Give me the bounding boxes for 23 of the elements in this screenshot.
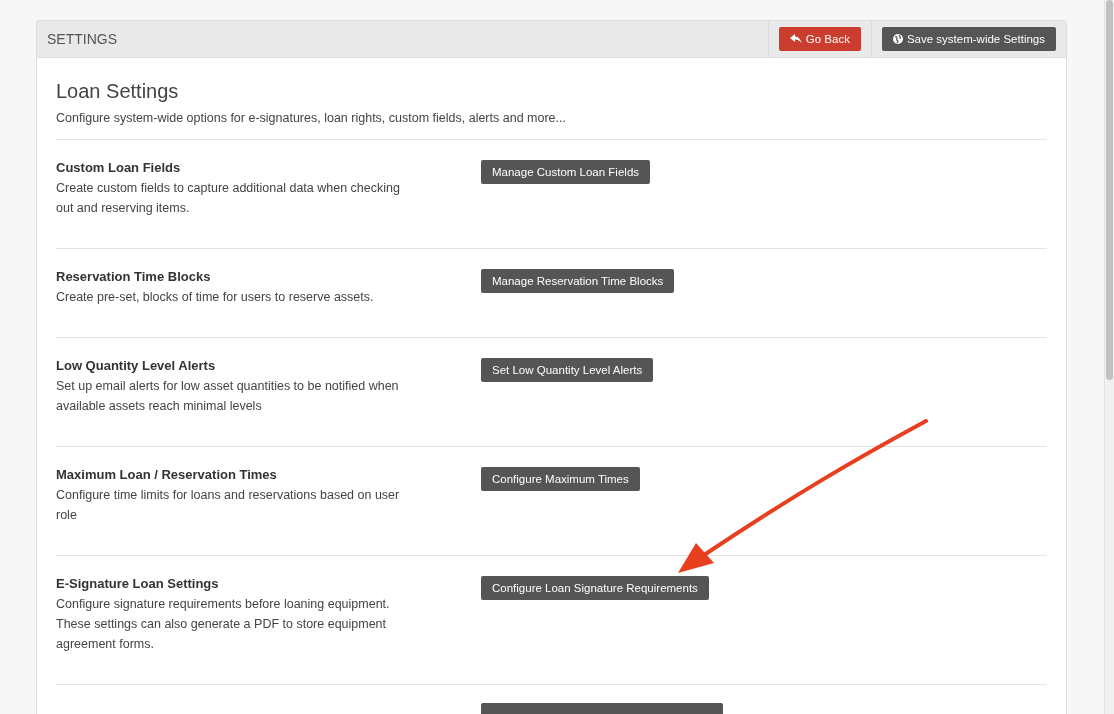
scrollbar-thumb[interactable] xyxy=(1106,0,1113,380)
setting-button[interactable]: Configure Maximum Times xyxy=(481,467,640,491)
setting-title: Low Quantity Level Alerts xyxy=(56,358,217,374)
setting-description: Configure time limits for loans and reservations based on user role xyxy=(56,487,401,524)
section-heading: Loan Settings xyxy=(56,80,180,103)
setting-button[interactable]: Set Low Quantity Level Alerts xyxy=(481,358,654,382)
setting-description: Set up email alerts for low asset quantities to be notified when available assets reach minimal levels xyxy=(56,378,400,415)
go-back-button[interactable]: Go Back xyxy=(778,27,861,51)
setting-description: Create pre-set, blocks of time for users to reserve assets. xyxy=(56,289,375,306)
section-description: Configure system-wide options for e-signatures, loan rights, custom fields, alerts and more... xyxy=(56,111,567,125)
reply-arrow-icon xyxy=(789,34,802,44)
setting-title: Custom Loan Fields xyxy=(56,160,182,176)
setting-button[interactable]: Manage Reservation Time Blocks xyxy=(481,269,675,293)
setting-title: Reservation Time Blocks xyxy=(56,269,212,285)
setting-button[interactable]: Manage Custom Loan Fields xyxy=(481,160,651,184)
setting-description: Configure signature requirements before loaning equipment. These settings can also generate a PDF to store equipment agreement forms. xyxy=(56,596,391,653)
globe-icon xyxy=(892,34,903,44)
setting-title: E-Signature Loan Settings xyxy=(56,576,220,592)
setting-title: Maximum Loan / Reservation Times xyxy=(56,467,278,483)
setting-button[interactable]: Configure Loan Signature Requirements xyxy=(481,576,709,600)
setting-description: Create custom fields to capture additional data when checking out and reserving items. xyxy=(56,180,401,217)
save-settings-button[interactable]: Save system-wide Settings xyxy=(881,27,1056,51)
panel-title: SETTINGS xyxy=(46,31,117,47)
